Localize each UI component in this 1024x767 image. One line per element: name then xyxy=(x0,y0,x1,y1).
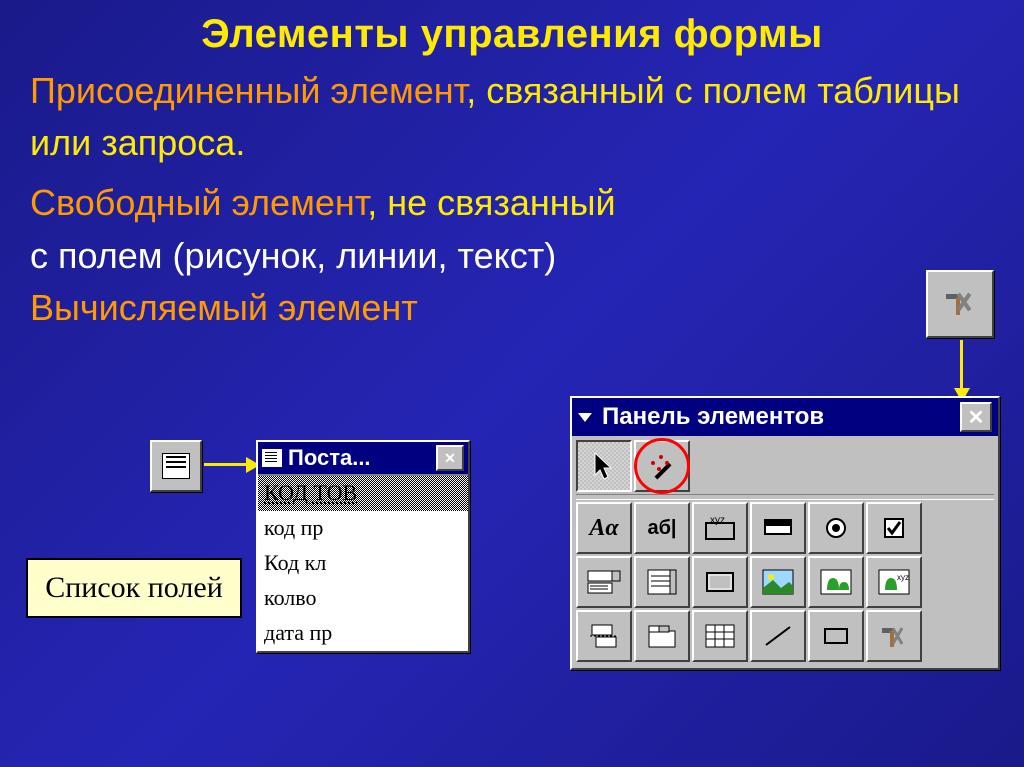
tool-image[interactable] xyxy=(750,556,806,608)
svg-text:xyz: xyz xyxy=(710,515,725,526)
tool-tab[interactable] xyxy=(634,610,690,662)
field-list-button[interactable] xyxy=(150,440,202,492)
list-icon xyxy=(262,449,282,467)
list-item[interactable]: Код кл xyxy=(258,546,468,581)
combobox-icon xyxy=(586,567,622,597)
tool-label[interactable]: Aα xyxy=(576,502,632,554)
tool-listbox[interactable] xyxy=(634,556,690,608)
tool-group[interactable]: xyz xyxy=(692,502,748,554)
toolbox-title: Панель элементов xyxy=(598,403,960,431)
field-list-window: Поста... ✕ КОД ТОВ код пр Код кл колво д… xyxy=(256,440,470,653)
field-list-title: Поста... xyxy=(284,445,436,471)
toggle-icon xyxy=(763,516,793,540)
tab-icon xyxy=(646,623,678,649)
radio-icon xyxy=(824,516,848,540)
tool-bound-object[interactable]: xyz xyxy=(866,556,922,608)
list-item[interactable]: КОД ТОВ xyxy=(258,476,468,511)
tool-line[interactable] xyxy=(750,610,806,662)
toolbox-window: Панель элементов ✕ xyxy=(570,396,1000,670)
chevron-down-icon[interactable] xyxy=(578,413,592,422)
svg-text:xyz: xyz xyxy=(897,573,909,582)
arrow-to-toolbox xyxy=(960,340,963,390)
tool-more[interactable] xyxy=(866,610,922,662)
tool-unbound-object[interactable] xyxy=(808,556,864,608)
wand-icon xyxy=(645,449,679,483)
tool-pointer[interactable] xyxy=(576,440,632,492)
tool-pagebreak[interactable] xyxy=(576,610,632,662)
field-list-titlebar[interactable]: Поста... ✕ xyxy=(258,442,468,474)
list-item[interactable]: колво xyxy=(258,581,468,616)
checkbox-icon xyxy=(882,516,906,540)
tool-wizard[interactable] xyxy=(634,440,690,492)
tool-button[interactable] xyxy=(692,556,748,608)
content-text: Присоединенный элемент, связанный с поле… xyxy=(0,57,1024,342)
pagebreak-icon xyxy=(588,623,620,649)
close-icon[interactable]: ✕ xyxy=(960,402,992,432)
hammer-icon xyxy=(878,622,910,650)
toolbox-titlebar[interactable]: Панель элементов ✕ xyxy=(572,398,998,436)
tool-rectangle[interactable] xyxy=(808,610,864,662)
text-attached: Присоединенный элемент xyxy=(30,70,466,111)
text-line3: с полем (рисунок, линии, текст) xyxy=(30,230,994,282)
tool-toggle[interactable] xyxy=(750,502,806,554)
list-item[interactable]: дата пр xyxy=(258,616,468,651)
list-item[interactable]: код пр xyxy=(258,511,468,546)
close-icon[interactable]: ✕ xyxy=(436,445,464,471)
textbox-icon: аб| xyxy=(647,517,676,540)
tool-checkbox[interactable] xyxy=(866,502,922,554)
bound-icon: xyz xyxy=(877,568,911,596)
tool-option[interactable] xyxy=(808,502,864,554)
listbox-icon xyxy=(644,567,680,597)
subform-icon xyxy=(704,623,736,649)
text-free-desc: , не связанный xyxy=(367,182,615,223)
arrow-to-list xyxy=(204,463,248,466)
rectangle-icon xyxy=(820,623,852,649)
text-free: Свободный элемент xyxy=(30,182,367,223)
tool-combobox[interactable] xyxy=(576,556,632,608)
line-icon xyxy=(762,623,794,649)
toolbox-body: Aα аб| xyz xyxy=(572,436,998,668)
page-title: Элементы управления формы xyxy=(0,0,1024,57)
button-icon xyxy=(704,569,736,595)
fields-label-box: Список полей xyxy=(26,558,242,618)
text-calc: Вычисляемый элемент xyxy=(30,282,994,334)
hammer-cross-icon xyxy=(940,284,980,324)
pointer-icon xyxy=(591,451,617,481)
unbound-icon xyxy=(819,568,853,596)
image-icon xyxy=(761,568,795,596)
tool-subform[interactable] xyxy=(692,610,748,662)
field-list-body: КОД ТОВ код пр Код кл колво дата пр xyxy=(258,474,468,651)
build-button[interactable] xyxy=(926,270,994,338)
group-icon: xyz xyxy=(702,513,738,543)
label-icon: Aα xyxy=(589,515,618,542)
tool-textbox[interactable]: аб| xyxy=(634,502,690,554)
